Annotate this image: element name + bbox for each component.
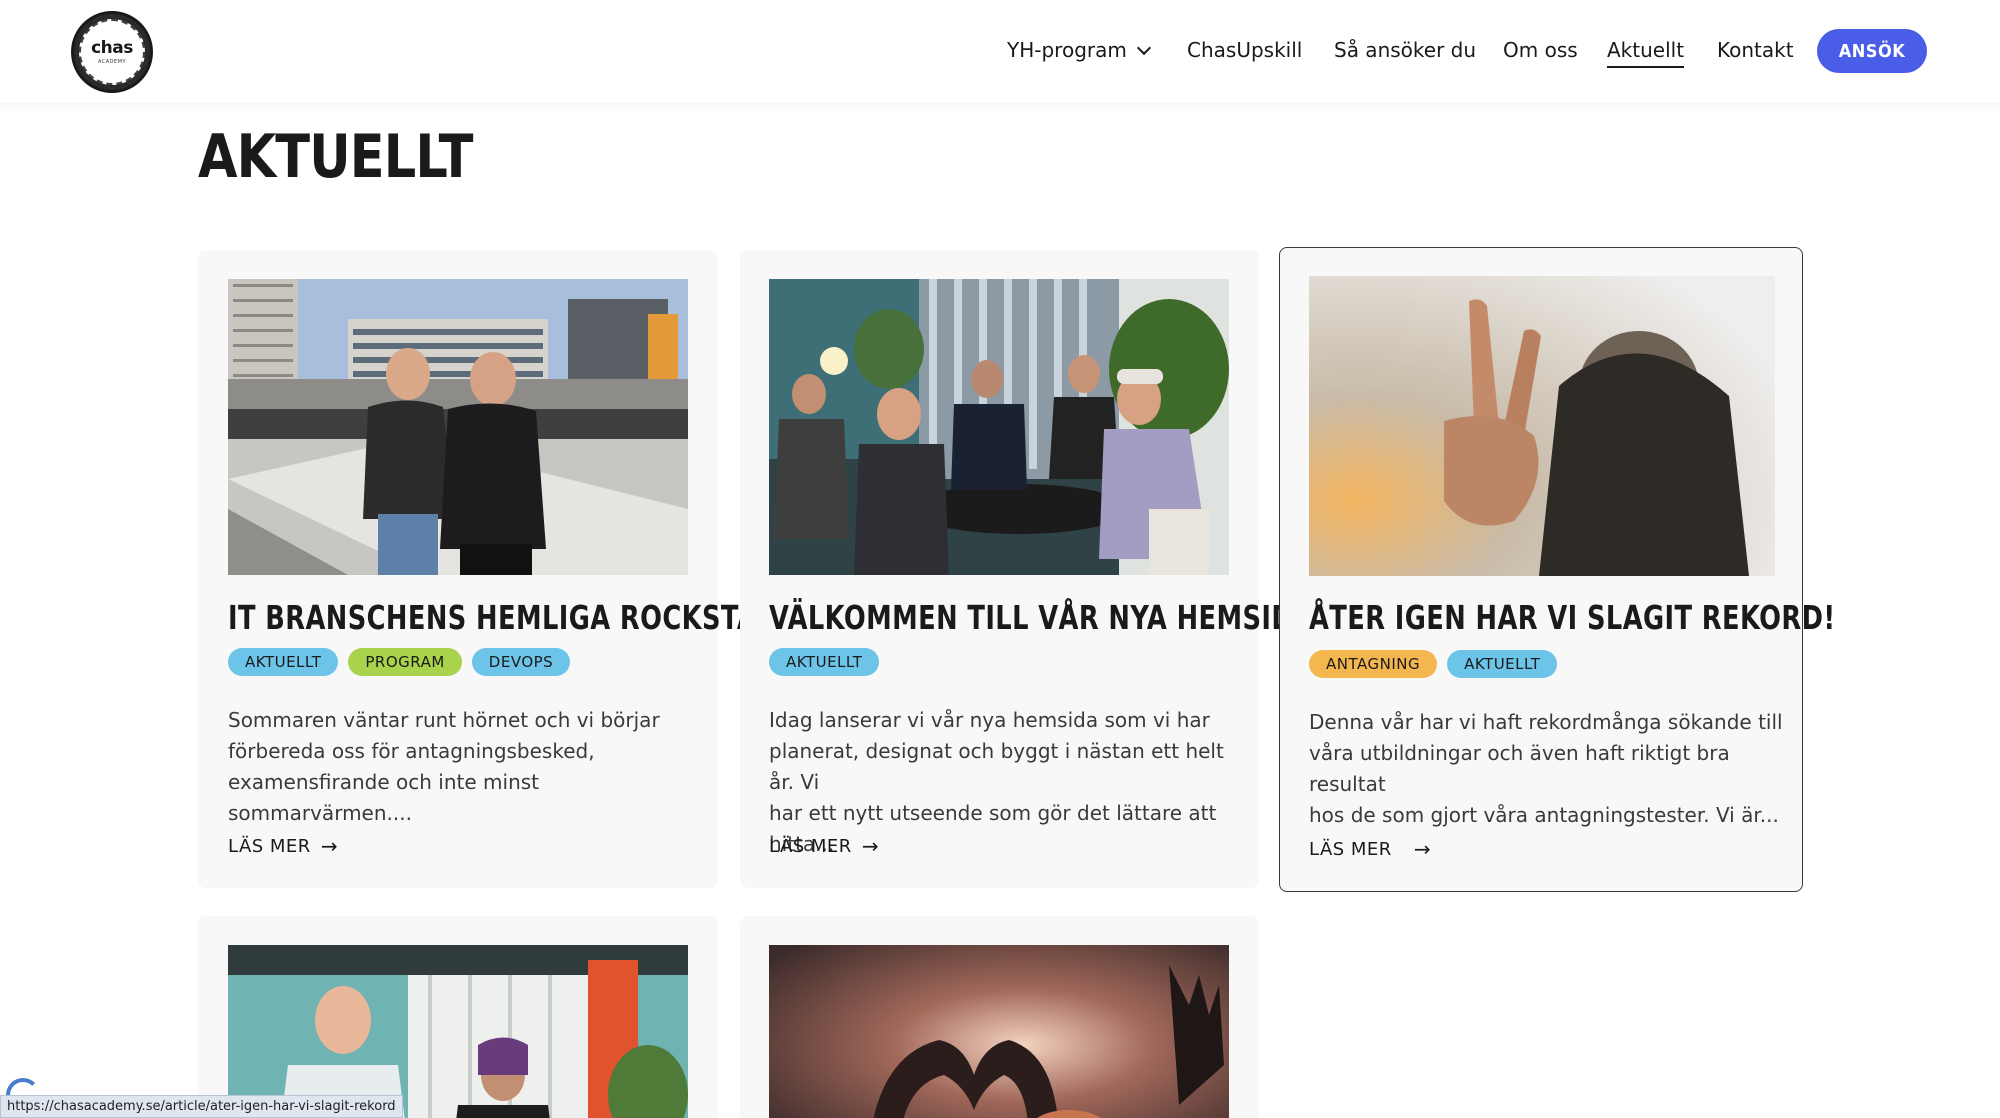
article-image-new-website[interactable] — [769, 279, 1229, 575]
excerpt-line: planerat, designat och byggt i nästan et… — [769, 739, 1224, 794]
article-card[interactable] — [740, 916, 1259, 1118]
excerpt-line: Idag lanserar vi vår nya hemsida som vi … — [769, 708, 1210, 732]
logo-subtext: ACADEMY — [97, 58, 127, 65]
chevron-down-icon — [1136, 40, 1151, 56]
read-more-label: LÄS MER — [1309, 838, 1392, 860]
article-tags: AKTUELLT PROGRAM DEVOPS — [228, 648, 571, 676]
article-image-rockstars[interactable] — [228, 279, 688, 575]
read-more-label: LÄS MER — [769, 835, 852, 857]
tag-program[interactable]: PROGRAM — [348, 648, 462, 676]
nav-aktuellt[interactable]: Aktuellt — [1607, 38, 1685, 68]
article-image[interactable] — [228, 945, 688, 1118]
read-more-link[interactable]: LÄS MER → — [769, 834, 879, 858]
article-tags: ANTAGNING AKTUELLT — [1309, 650, 1558, 678]
concert-heart-hands-photo — [769, 945, 1229, 1118]
article-image-record[interactable] — [1309, 276, 1775, 576]
article-card[interactable] — [198, 916, 718, 1118]
tag-antagning[interactable]: ANTAGNING — [1309, 650, 1438, 678]
chas-academy-logo[interactable]: chas ACADEMY — [71, 11, 153, 93]
page-title: AKTUELLT — [198, 122, 473, 192]
nav-yh-program-label: YH-program — [1007, 38, 1127, 62]
excerpt-line: hos de som gjort våra antagningstester. … — [1309, 803, 1779, 827]
excerpt-line: examensfirande och inte minst sommarvärm… — [228, 770, 540, 825]
excerpt-line: förbereda oss för antagningsbesked, — [228, 739, 595, 763]
nav-yh-program[interactable]: YH-program — [1007, 38, 1151, 66]
nav-kontakt[interactable]: Kontakt — [1717, 38, 1794, 66]
excerpt-line: Denna vår har vi haft rekordmånga sökand… — [1309, 710, 1783, 734]
apply-button[interactable]: ANSÖK — [1817, 29, 1927, 73]
group-cafe-photo — [769, 279, 1229, 575]
read-more-link[interactable]: LÄS MER → — [1309, 837, 1431, 861]
article-image[interactable] — [769, 945, 1229, 1118]
site-header: chas ACADEMY YH-program ChasUpskill Så a… — [0, 0, 2000, 103]
arrow-right-icon: → — [861, 834, 880, 858]
nav-chasupskill[interactable]: ChasUpskill — [1187, 38, 1302, 66]
nav-sa-ansoker-du[interactable]: Så ansöker du — [1334, 38, 1476, 66]
logo-emblem: chas ACADEMY — [79, 19, 145, 85]
office-conversation-photo — [228, 945, 688, 1118]
article-card[interactable]: IT BRANSCHENS HEMLIGA ROCKSTARS AKTUELLT… — [198, 250, 796, 888]
tag-aktuellt[interactable]: AKTUELLT — [1447, 650, 1558, 678]
article-tags: AKTUELLT — [769, 648, 880, 676]
excerpt-line: Sommaren väntar runt hörnet och vi börja… — [228, 708, 660, 732]
tag-aktuellt[interactable]: AKTUELLT — [228, 648, 339, 676]
arrow-right-icon: → — [320, 834, 339, 858]
article-title[interactable]: IT BRANSCHENS HEMLIGA ROCKSTARS — [228, 598, 796, 637]
article-title[interactable]: ÅTER IGEN HAR VI SLAGIT REKORD! — [1309, 598, 1836, 637]
read-more-link[interactable]: LÄS MER → — [228, 834, 338, 858]
tag-devops[interactable]: DEVOPS — [471, 648, 571, 676]
article-title[interactable]: VÄLKOMMEN TILL VÅR NYA HEMSIDA! — [769, 598, 1326, 637]
article-excerpt: Denna vår har vi haft rekordmånga sökand… — [1309, 707, 1789, 831]
read-more-label: LÄS MER — [228, 835, 311, 857]
status-bar-url: https://chasacademy.se/article/ater-igen… — [0, 1095, 403, 1118]
article-card[interactable]: VÄLKOMMEN TILL VÅR NYA HEMSIDA! AKTUELLT… — [740, 250, 1325, 888]
two-men-plaza-photo — [228, 279, 688, 575]
tag-aktuellt[interactable]: AKTUELLT — [769, 648, 880, 676]
nav-om-oss[interactable]: Om oss — [1503, 38, 1578, 66]
article-card[interactable]: ÅTER IGEN HAR VI SLAGIT REKORD! ANTAGNIN… — [1279, 247, 1835, 892]
arrow-right-icon: → — [1413, 837, 1432, 861]
logo-word: chas — [91, 37, 133, 58]
article-excerpt: Sommaren väntar runt hörnet och vi börja… — [228, 705, 698, 829]
excerpt-line: våra utbildningar och även haft riktigt … — [1309, 741, 1730, 796]
peace-sign-photo — [1309, 276, 1775, 576]
